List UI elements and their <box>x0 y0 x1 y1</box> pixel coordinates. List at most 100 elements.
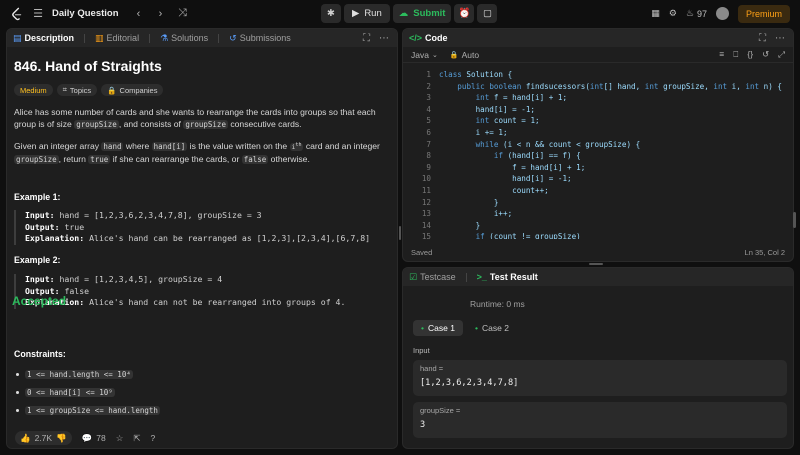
tab-test-result[interactable]: >_ Test Result <box>477 272 538 282</box>
line-number: 6 <box>426 128 431 137</box>
code-editor[interactable]: 1 class Solution {2 public boolean findsu… <box>403 63 793 239</box>
problem-list-icon[interactable]: ☰ <box>30 7 46 20</box>
editor-scrollbar[interactable] <box>793 212 796 228</box>
line-number: 10 <box>421 174 431 184</box>
timer-button[interactable]: ⏰ <box>454 4 475 23</box>
case-2-button[interactable]: • Case 2 <box>467 320 517 336</box>
result-status: Accepted <box>12 294 67 308</box>
help-icon[interactable]: ? <box>151 433 156 443</box>
cloud-upload-icon: ☁ <box>398 8 409 19</box>
companies-badge[interactable]: 🔒 Companies <box>101 84 164 96</box>
vertical-resize-handle[interactable] <box>399 226 401 240</box>
run-button[interactable]: ▶ Run <box>344 4 390 23</box>
next-problem-icon[interactable]: › <box>153 8 169 20</box>
code-line[interactable]: hand[i] = -1; <box>439 174 571 183</box>
more-options-icon[interactable]: ⋯ <box>379 33 389 44</box>
book-icon: ▥ <box>95 32 104 43</box>
tab-separator <box>84 33 86 43</box>
history-icon: ↺ <box>229 32 237 43</box>
submit-label: Submit <box>413 8 446 19</box>
constraint-2: 0 <= hand[i] <= 10⁹ <box>16 388 115 397</box>
avatar[interactable] <box>715 7 729 20</box>
horizontal-resize-handle[interactable] <box>589 263 603 265</box>
submit-button[interactable]: ☁ Submit <box>392 4 452 23</box>
braces-icon[interactable]: {} <box>747 49 753 60</box>
format-icon[interactable]: ≡ <box>719 49 724 60</box>
description-tabs: ▤ Description ▥ Editorial ⚗ Solutions ↺ … <box>7 29 397 47</box>
description-panel-controls: ⛶ ⋯ <box>363 29 389 47</box>
fire-icon: ♨ <box>685 8 694 18</box>
code-line[interactable]: public boolean findsucessors(int[] hand,… <box>439 82 782 91</box>
result-tabs: ☑ Testcase >_ Test Result <box>403 268 793 286</box>
line-number: 14 <box>421 220 431 230</box>
code-line[interactable]: int f = hand[i] + 1; <box>439 93 567 102</box>
example-2: Input: hand = [1,2,3,4,5], groupSize = 4… <box>14 274 392 309</box>
line-number: 8 <box>426 151 431 161</box>
problem-title[interactable]: 846. Hand of Straights <box>14 58 162 74</box>
code-icon: </> <box>409 33 423 43</box>
tab-code[interactable]: </> Code <box>409 33 448 43</box>
streak[interactable]: ♨ 97 <box>686 8 707 19</box>
topics-badge[interactable]: ⌗ Topics <box>56 84 98 96</box>
line-number: 15 <box>421 232 431 239</box>
tab-testcase[interactable]: ☑ Testcase <box>409 272 456 283</box>
tab-editorial[interactable]: ▥ Editorial <box>95 33 139 44</box>
code-line[interactable]: int count = 1; <box>439 116 540 125</box>
star-icon[interactable]: ☆ <box>116 433 124 444</box>
run-controls: ✱ ▶ Run ☁ Submit ⏰ ▢ <box>321 4 498 23</box>
tab-submissions[interactable]: ↺ Submissions <box>229 33 291 44</box>
code-panel-controls: ⛶ ⋯ <box>759 29 785 47</box>
maximize-icon[interactable]: ⛶ <box>363 33 370 44</box>
auto-mode[interactable]: 🔒 Auto <box>450 50 479 60</box>
case-1-button[interactable]: • Case 1 <box>413 320 463 336</box>
comments[interactable]: 💬 78 <box>82 433 106 444</box>
settings-gear-icon[interactable]: ⚙ <box>669 8 677 19</box>
line-number: 1 <box>426 70 431 79</box>
thumbs-up-icon[interactable]: 👍 <box>20 433 31 444</box>
language-select[interactable]: Java ⌄ <box>411 50 438 60</box>
example-2-title: Example 2: <box>14 255 61 265</box>
code-line[interactable]: } <box>439 221 481 230</box>
example-1-title: Example 1: <box>14 192 61 202</box>
cursor-position: Ln 35, Col 2 <box>744 247 785 257</box>
bug-icon: ✱ <box>327 8 335 19</box>
code-line[interactable]: i++; <box>439 209 512 218</box>
lock-icon: 🔒 <box>107 85 117 95</box>
bookmark-icon[interactable]: ⎕ <box>733 49 738 60</box>
shuffle-icon[interactable]: ⤨ <box>175 7 191 20</box>
notes-button[interactable]: ▢ <box>477 4 498 23</box>
code-line[interactable]: while (i < n && count < groupSize) { <box>439 140 641 149</box>
code-panel: </> Code ⛶ ⋯ Java ⌄ 🔒 Auto ≡ ⎕ {} ↺ ⤢ 1c… <box>402 28 794 262</box>
param-value: 3 <box>420 420 426 430</box>
daily-question-title[interactable]: Daily Question <box>52 8 119 19</box>
code-line[interactable]: hand[i] = -1; <box>439 105 535 114</box>
tab-solutions[interactable]: ⚗ Solutions <box>160 33 208 44</box>
terminal-icon: >_ <box>476 272 487 282</box>
tab-description[interactable]: ▤ Description <box>13 33 74 44</box>
code-line[interactable]: if (count != groupSize) <box>439 232 581 239</box>
code-toolbar: Java ⌄ 🔒 Auto ≡ ⎕ {} ↺ ⤢ <box>403 47 793 63</box>
dot-icon: • <box>475 323 478 333</box>
code-line[interactable]: i += 1; <box>439 128 508 137</box>
code-line[interactable]: if (hand[i] == f) { <box>439 151 581 160</box>
more-options-icon[interactable]: ⋯ <box>775 33 785 44</box>
prev-problem-icon[interactable]: ‹ <box>131 8 147 20</box>
problem-badges: Medium ⌗ Topics 🔒 Companies <box>14 84 164 96</box>
layout-icon[interactable]: ▦ <box>651 8 660 19</box>
line-number: 4 <box>426 104 431 114</box>
code-line[interactable]: f = hand[i] + 1; <box>439 163 585 172</box>
debug-button[interactable]: ✱ <box>321 4 341 23</box>
editor-status-bar: Saved Ln 35, Col 2 <box>403 243 793 261</box>
lock-icon: 🔒 <box>449 51 459 59</box>
code-line[interactable]: } <box>439 198 499 207</box>
maximize-icon[interactable]: ⛶ <box>759 33 766 44</box>
code-line[interactable]: count++; <box>439 186 549 195</box>
thumbs-down-icon[interactable]: 👎 <box>56 433 67 444</box>
share-icon[interactable]: ⇱ <box>133 433 140 444</box>
reset-icon[interactable]: ↺ <box>762 49 769 60</box>
leetcode-logo-icon[interactable] <box>10 7 24 21</box>
premium-button[interactable]: Premium <box>737 4 790 23</box>
expand-icon[interactable]: ⤢ <box>778 49 785 60</box>
code-line[interactable]: class Solution { <box>439 70 512 79</box>
constraint-3: 1 <= groupSize <= hand.length <box>16 406 160 415</box>
